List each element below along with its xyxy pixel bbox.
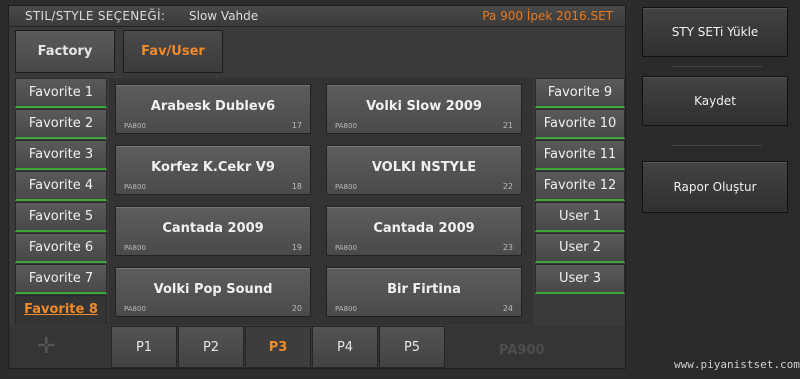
- style-button[interactable]: Bir Firtina PA800 24: [326, 267, 522, 317]
- model-label: PA900: [499, 343, 545, 358]
- style-button[interactable]: Cantada 2009 PA800 23: [326, 206, 522, 256]
- action-panel: STY SETi Yükle Kaydet Rapor Oluştur www.…: [632, 0, 800, 379]
- bank-favorite-11[interactable]: Favorite 11: [535, 140, 625, 170]
- bank-favorite-6[interactable]: Favorite 6: [15, 233, 107, 263]
- style-device: PA800: [124, 305, 146, 313]
- style-number: 22: [502, 182, 513, 191]
- load-set-button[interactable]: STY SETi Yükle: [642, 7, 788, 57]
- page-button-p2[interactable]: P2: [178, 326, 244, 368]
- style-name: Bir Firtina: [387, 282, 461, 297]
- style-button[interactable]: Cantada 2009 PA800 19: [115, 206, 311, 256]
- page-button-p4[interactable]: P4: [312, 326, 378, 368]
- style-number: 21: [502, 121, 513, 130]
- style-name: Volki Slow 2009: [366, 99, 482, 114]
- style-number: 17: [291, 121, 302, 130]
- bank-user-1[interactable]: User 1: [535, 202, 625, 232]
- bank-favorite-7[interactable]: Favorite 7: [15, 264, 107, 294]
- style-device: PA800: [335, 122, 357, 130]
- set-file-name: Pa 900 İpek 2016.SET: [482, 9, 613, 23]
- left-bank-list: Favorite 1 Favorite 2 Favorite 3 Favorit…: [15, 78, 107, 326]
- style-device: PA800: [335, 244, 357, 252]
- current-style-name: Slow Vahde: [189, 9, 259, 23]
- title-label: STIL/STYLE SEÇENEĞİ:: [25, 9, 166, 23]
- style-number: 18: [291, 182, 302, 191]
- style-device: PA800: [335, 183, 357, 191]
- bank-favorite-9[interactable]: Favorite 9: [535, 78, 625, 108]
- page-bar: ✛ P1 P2 P3 P4 P5 PA900: [9, 326, 625, 368]
- style-button[interactable]: VOLKI NSTYLE PA800 22: [326, 145, 522, 195]
- style-button[interactable]: Korfez K.Cekr V9 PA800 18: [115, 145, 311, 195]
- website-watermark: www.piyanistset.com: [674, 358, 800, 371]
- bank-favorite-10[interactable]: Favorite 10: [535, 109, 625, 139]
- divider: [672, 145, 762, 146]
- style-device: PA800: [124, 244, 146, 252]
- style-name: Korfez K.Cekr V9: [151, 160, 275, 175]
- save-button[interactable]: Kaydet: [642, 76, 788, 126]
- tab-fav-user[interactable]: Fav/User: [123, 30, 223, 73]
- style-number: 20: [291, 304, 302, 313]
- title-bar: STIL/STYLE SEÇENEĞİ: Slow Vahde Pa 900 İ…: [9, 6, 625, 27]
- bank-favorite-3[interactable]: Favorite 3: [15, 140, 107, 170]
- style-button[interactable]: Volki Pop Sound PA800 20: [115, 267, 311, 317]
- bank-favorite-4[interactable]: Favorite 4: [15, 171, 107, 201]
- move-arrows-icon: ✛: [37, 334, 56, 359]
- style-name: Cantada 2009: [162, 221, 264, 236]
- bank-favorite-12[interactable]: Favorite 12: [535, 171, 625, 201]
- divider: [672, 66, 762, 67]
- style-device: PA800: [124, 183, 146, 191]
- style-grid: Arabesk Dublev6 PA800 17 Volki Slow 2009…: [109, 78, 533, 325]
- style-name: VOLKI NSTYLE: [371, 160, 477, 175]
- style-device: PA800: [335, 305, 357, 313]
- style-number: 19: [291, 243, 302, 252]
- page-button-p1[interactable]: P1: [111, 326, 177, 368]
- bank-favorite-5[interactable]: Favorite 5: [15, 202, 107, 232]
- style-selector-panel: STIL/STYLE SEÇENEĞİ: Slow Vahde Pa 900 İ…: [8, 5, 626, 369]
- tab-factory[interactable]: Factory: [15, 30, 115, 73]
- bank-user-3[interactable]: User 3: [535, 264, 625, 294]
- style-name: Volki Pop Sound: [153, 282, 273, 297]
- style-name: Cantada 2009: [373, 221, 475, 236]
- right-bank-list: Favorite 9 Favorite 10 Favorite 11 Favor…: [535, 78, 625, 295]
- bank-favorite-1[interactable]: Favorite 1: [15, 78, 107, 108]
- style-number: 23: [502, 243, 513, 252]
- style-number: 24: [502, 304, 513, 313]
- bank-favorite-2[interactable]: Favorite 2: [15, 109, 107, 139]
- style-button[interactable]: Volki Slow 2009 PA800 21: [326, 84, 522, 134]
- style-button[interactable]: Arabesk Dublev6 PA800 17: [115, 84, 311, 134]
- page-button-p3[interactable]: P3: [245, 326, 311, 368]
- style-device: PA800: [124, 122, 146, 130]
- style-name: Arabesk Dublev6: [150, 99, 276, 114]
- bank-user-2[interactable]: User 2: [535, 233, 625, 263]
- bank-favorite-8[interactable]: Favorite 8: [15, 295, 107, 325]
- page-button-p5[interactable]: P5: [379, 326, 445, 368]
- create-report-button[interactable]: Rapor Oluştur: [642, 161, 788, 213]
